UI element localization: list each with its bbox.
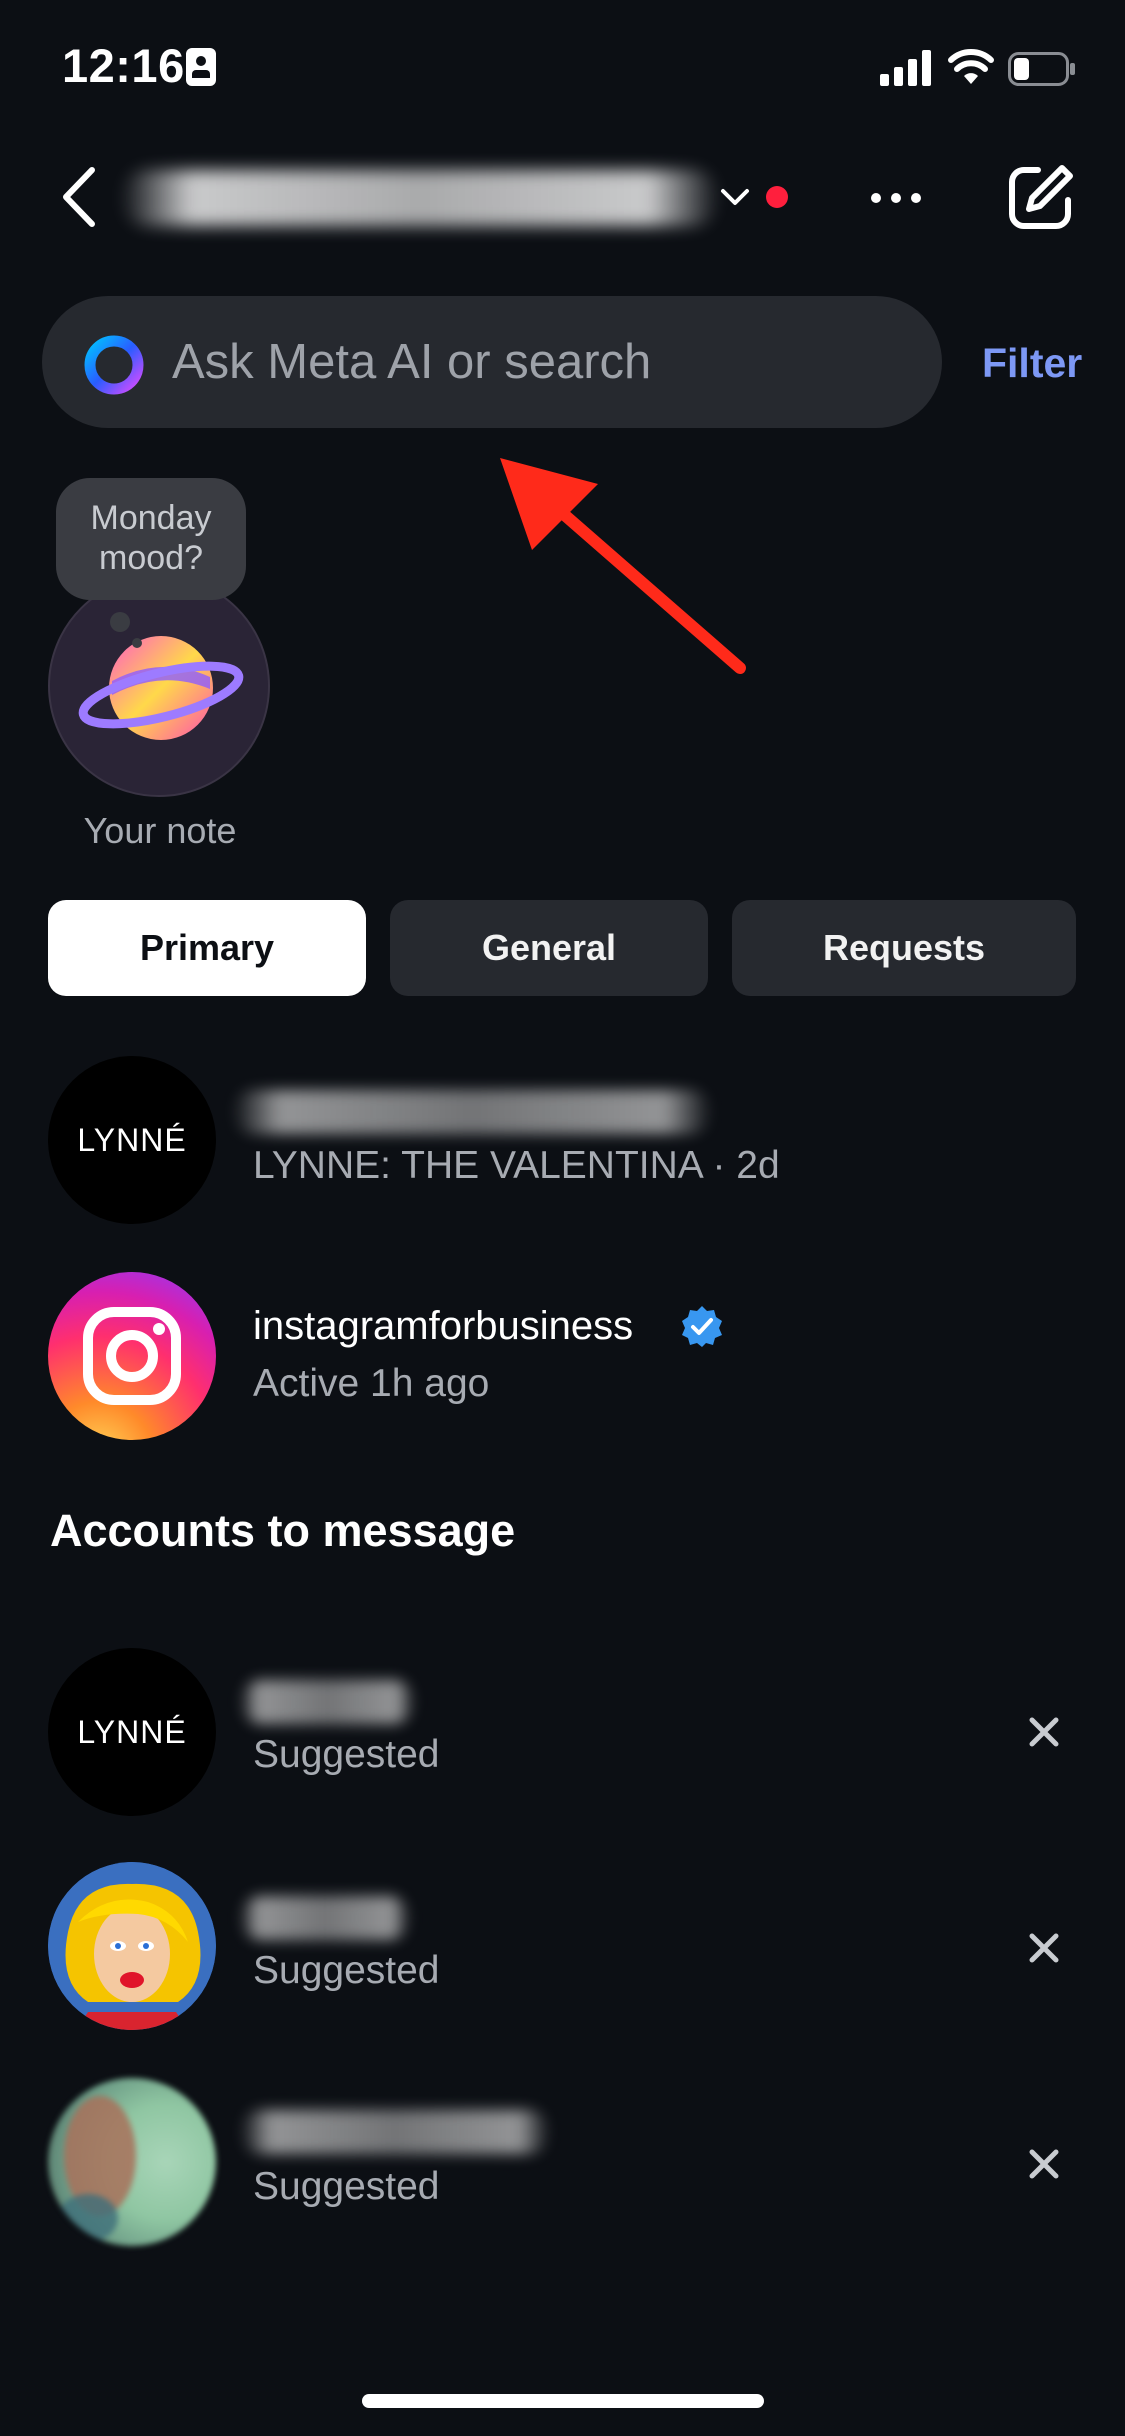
- suggestion-subtitle: Suggested: [253, 1733, 440, 1776]
- avatar: [48, 1862, 216, 2030]
- conversation-preview: Active 1h ago: [253, 1362, 490, 1405]
- battery-icon: [1008, 52, 1075, 86]
- notification-dot: [766, 186, 788, 208]
- suggestion-subtitle: Suggested: [253, 2165, 440, 2208]
- dismiss-close-icon[interactable]: [1022, 1710, 1066, 1754]
- dismiss-close-icon[interactable]: [1022, 2142, 1066, 2186]
- section-title: Accounts to message: [50, 1505, 516, 1556]
- id-card-icon: [186, 48, 216, 86]
- avatar: [48, 1272, 216, 1440]
- pop-art-portrait-image: [48, 1862, 216, 2030]
- avatar-logo-text: LYNNÉ: [77, 1122, 187, 1158]
- conversation-preview: LYNNE: THE VALENTINA · 2d: [253, 1144, 780, 1187]
- dismiss-close-icon[interactable]: [1022, 1926, 1066, 1970]
- note-bubble[interactable]: Monday mood?: [56, 478, 246, 600]
- conversation-name: instagramforbusiness: [253, 1304, 634, 1348]
- conversation-name-redacted: [232, 1090, 712, 1134]
- avatar: LYNNÉ: [48, 1056, 216, 1224]
- home-indicator[interactable]: [362, 2394, 764, 2408]
- meta-ai-icon: [84, 335, 144, 395]
- avatar: LYNNÉ: [48, 1648, 216, 1816]
- account-name-redacted[interactable]: [120, 170, 720, 226]
- back-button[interactable]: [58, 166, 102, 228]
- tab-requests[interactable]: Requests: [732, 900, 1076, 996]
- suggestion-subtitle: Suggested: [253, 1949, 440, 1992]
- suggestion-name-redacted: [240, 1680, 415, 1724]
- instagram-logo-icon: [83, 1307, 181, 1405]
- wifi-icon: [948, 49, 994, 84]
- note-bubble-tail: [110, 612, 130, 632]
- filter-button[interactable]: Filter: [982, 340, 1082, 387]
- note-bubble-tail: [132, 638, 142, 648]
- more-options-icon[interactable]: [870, 186, 922, 210]
- tab-general[interactable]: General: [390, 900, 708, 996]
- verified-badge-icon: [682, 1306, 722, 1347]
- planet-emoji-icon: [78, 636, 244, 740]
- avatar-logo-text: LYNNÉ: [77, 1714, 187, 1750]
- tab-primary[interactable]: Primary: [48, 900, 366, 996]
- your-note-label: Your note: [83, 810, 237, 851]
- suggestion-name-redacted: [240, 2110, 550, 2154]
- search-input[interactable]: Ask Meta AI or search: [172, 334, 651, 390]
- note-avatar[interactable]: [48, 575, 270, 797]
- annotation-arrow: [500, 458, 746, 674]
- avatar: [48, 2078, 216, 2246]
- chevron-down-icon[interactable]: [720, 186, 750, 208]
- suggestion-name-redacted: [240, 1896, 410, 1940]
- blurred-photo-image: [58, 2096, 136, 2242]
- cellular-signal-icon: [880, 50, 931, 86]
- status-time: 12:16: [62, 39, 185, 92]
- compose-message-icon[interactable]: [1006, 162, 1076, 232]
